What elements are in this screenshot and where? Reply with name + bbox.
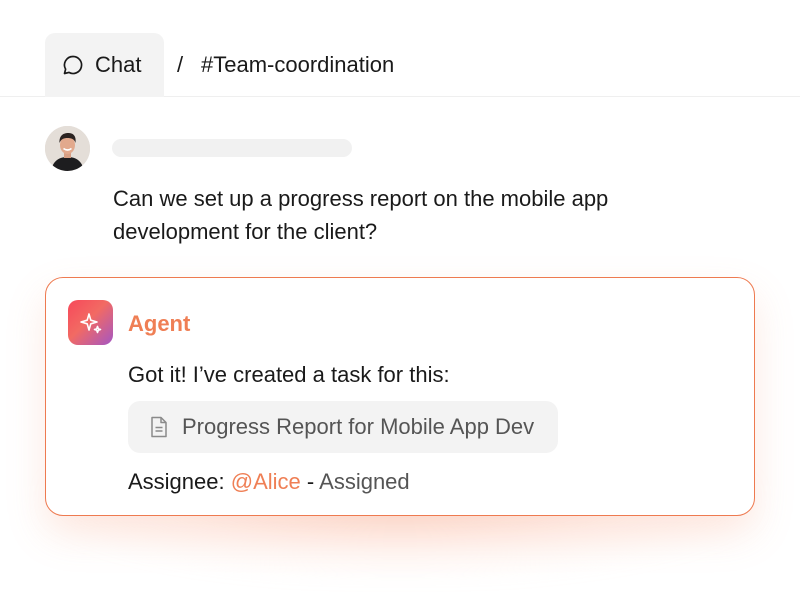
assignee-dash: - <box>306 469 315 494</box>
agent-name: Agent <box>128 311 191 336</box>
agent-response-card: Agent Got it! I’ve created a task for th… <box>45 277 755 516</box>
tab-chat[interactable]: Chat <box>45 33 164 97</box>
username-placeholder <box>112 139 352 157</box>
task-chip[interactable]: Progress Report for Mobile App Dev <box>128 401 559 453</box>
sparkle-icon <box>79 312 101 333</box>
user-avatar[interactable] <box>45 126 90 171</box>
chat-bubble-icon <box>63 55 83 75</box>
chat-header: Chat / #Team-coordination <box>0 0 800 97</box>
document-icon <box>151 416 167 438</box>
assignee-status: Assigned <box>319 469 410 494</box>
chat-window: Chat / #Team-coordination Can we set up … <box>0 0 800 616</box>
breadcrumb-separator: / <box>177 52 184 77</box>
channel-name[interactable]: #Team-coordination <box>201 52 394 78</box>
assignee-mention[interactable]: @Alice <box>231 469 301 494</box>
assignee-label: Assignee: <box>128 469 225 494</box>
agent-avatar <box>68 300 113 345</box>
task-title: Progress Report for Mobile App Dev <box>182 414 535 439</box>
agent-message-text: Got it! I’ve created a task for this: <box>128 362 450 387</box>
tab-chat-label: Chat <box>95 52 142 77</box>
user-message-text: Can we set up a progress report on the m… <box>113 186 609 244</box>
assignee-line: Assignee: @Alice - Assigned <box>128 469 410 495</box>
